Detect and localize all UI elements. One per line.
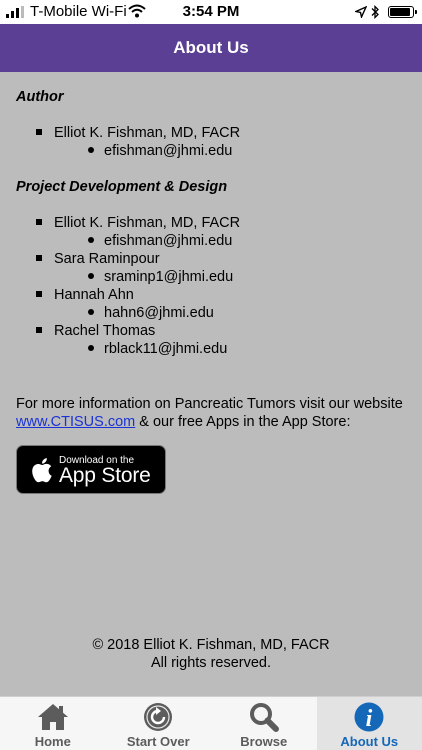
tab-browse[interactable]: Browse — [211, 697, 317, 750]
bullet — [88, 273, 94, 280]
team-member-email: rblack11@jhmi.edu — [88, 341, 227, 357]
location-arrow-icon — [355, 6, 367, 18]
team-member-name: Hannah Ahn — [36, 287, 134, 303]
square-bullet — [36, 327, 42, 334]
page-title: About Us — [173, 38, 249, 57]
team-member-email: sraminp1@jhmi.edu — [88, 269, 233, 285]
about-content: Author Elliot K. Fishman, MD, FACR efish… — [0, 72, 422, 696]
app-store-badge[interactable]: Download on the App Store — [16, 445, 166, 494]
square-bullet — [36, 129, 42, 136]
rights-text: All rights reserved. — [150, 655, 272, 671]
team-member-name: Rachel Thomas — [36, 323, 155, 339]
more-info-text: For more information on Pancreatic Tumor… — [16, 396, 403, 430]
info-icon: i — [354, 702, 384, 732]
app-store-line2: App Store — [59, 464, 151, 487]
bullet — [88, 237, 94, 244]
team-member-email: hahn6@jhmi.edu — [88, 305, 214, 321]
square-bullet — [36, 255, 42, 262]
home-icon — [37, 704, 68, 730]
bullet — [88, 147, 94, 154]
tab-bar: Home Start Over Browse i About Us — [0, 696, 422, 750]
apple-logo-icon — [32, 458, 52, 483]
square-bullet — [36, 219, 42, 226]
svg-text:i: i — [366, 706, 373, 732]
author-email: efishman@jhmi.edu — [88, 143, 232, 159]
nav-bar: About Us — [0, 24, 422, 72]
tab-home[interactable]: Home — [0, 697, 106, 750]
tab-start-over[interactable]: Start Over — [106, 697, 212, 750]
bullet — [88, 345, 94, 352]
project-section-title: Project Development & Design — [16, 179, 228, 195]
bluetooth-icon — [371, 5, 379, 19]
restart-icon — [144, 703, 173, 731]
status-right-icons — [355, 4, 417, 20]
bullet — [88, 309, 94, 316]
magnifier-icon — [249, 703, 279, 732]
battery-icon — [388, 6, 417, 18]
battery-level — [390, 8, 410, 16]
copyright-text: © 2018 Elliot K. Fishman, MD, FACR — [92, 637, 330, 653]
ctisus-link[interactable]: www.CTISUS.com — [16, 414, 135, 430]
team-member-name: Elliot K. Fishman, MD, FACR — [36, 215, 240, 231]
team-member-name: Sara Raminpour — [36, 251, 160, 267]
author-name: Elliot K. Fishman, MD, FACR — [36, 125, 240, 141]
status-bar: T-Mobile Wi-Fi 3:54 PM — [0, 0, 422, 24]
author-section-title: Author — [16, 89, 64, 105]
square-bullet — [36, 291, 42, 298]
team-member-email: efishman@jhmi.edu — [88, 233, 232, 249]
tab-about-us[interactable]: i About Us — [316, 697, 422, 750]
